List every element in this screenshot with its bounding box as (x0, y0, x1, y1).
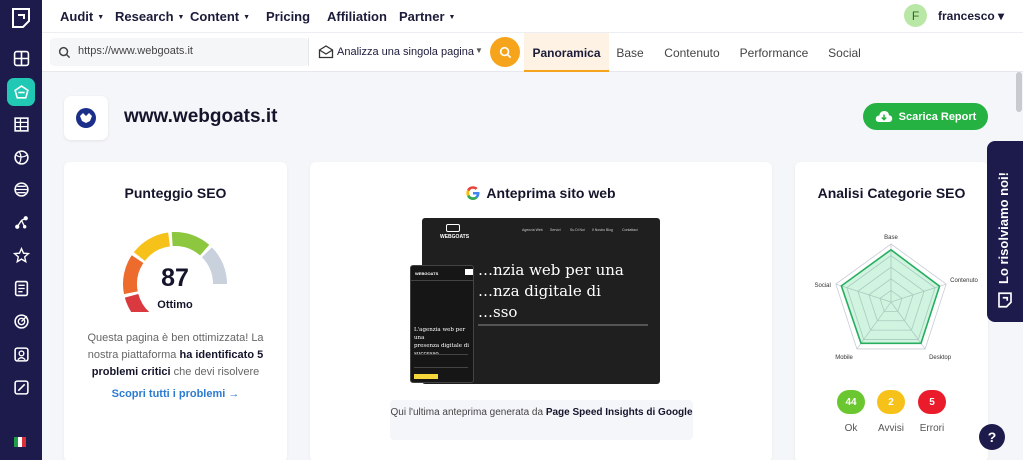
chevron-down-icon: ▼ (243, 14, 251, 21)
sidebar-star-icon[interactable] (7, 241, 35, 269)
desktop-nav-2: Servizi (550, 228, 561, 232)
search-bar: https://www.webgoats.it Analizza una sin… (42, 33, 1023, 72)
italian-flag-icon[interactable] (14, 437, 26, 447)
help-button[interactable]: ? (979, 424, 1005, 450)
seo-score-card: Punteggio SEO 87 Ottimo Questa pagina è … (64, 162, 287, 460)
seo-score-description: Questa pagina è ben ottimizzata! La nost… (87, 332, 264, 378)
chevron-down-icon: ▼ (448, 14, 456, 21)
sidebar-site-analysis-icon[interactable] (7, 78, 35, 106)
app-logo-icon (998, 292, 1012, 308)
sidebar (0, 0, 42, 460)
nav-affiliation[interactable]: Affiliation (327, 9, 387, 24)
app-logo-icon[interactable] (9, 6, 33, 30)
webgoats-logo-icon (76, 108, 96, 128)
errors-count-badge: 5 (918, 390, 946, 414)
analysis-mode-select[interactable]: Analizza una singola pagina ▼ (308, 38, 488, 66)
desktop-nav-4: Il Nostro Blog (592, 228, 614, 232)
seo-categories-card: Analisi Categorie SEO Base Contenuto Deskt… (795, 162, 988, 460)
mobile-brand: WEBGOATS (415, 271, 439, 276)
nav-audit[interactable]: Audit ▼ (60, 9, 104, 24)
radar-axis-label: Social (814, 283, 830, 289)
search-icon (58, 46, 71, 59)
desktop-headline: …nzia web per una …nza digitale di …sso (478, 261, 624, 321)
desktop-nav-5: Contattaci (622, 228, 638, 232)
desktop-body-text (478, 324, 648, 326)
fix-it-for-you-banner[interactable]: Lo risolviamo noi! (987, 141, 1023, 322)
search-icon (499, 46, 511, 58)
nav-content[interactable]: Content ▼ (190, 9, 250, 24)
desktop-nav-3: Su Di Noi (570, 228, 585, 232)
sidebar-user-icon[interactable] (7, 340, 35, 368)
sidebar-globe-icon[interactable] (7, 143, 35, 171)
tab-panoramica[interactable]: Panoramica (524, 33, 609, 72)
url-input[interactable]: https://www.webgoats.it (50, 38, 308, 66)
tab-performance[interactable]: Performance (734, 33, 814, 72)
gauge-segment (171, 232, 210, 256)
desktop-nav-1: Agenzia Web (522, 228, 543, 232)
gauge-segment (133, 232, 171, 262)
search-button[interactable] (490, 37, 520, 67)
site-logo (64, 96, 108, 140)
top-navigation: Audit ▼ Research ▼ Content ▼ Pricing Affili… (42, 0, 1023, 33)
menu-icon (465, 269, 473, 275)
chevron-down-icon: ▼ (97, 14, 105, 21)
sidebar-network-icon[interactable] (7, 175, 35, 203)
radar-axis-label: Contenuto (950, 278, 978, 284)
download-report-button[interactable]: Scarica Report (863, 103, 988, 130)
desktop-brand: WEBGOATS (440, 234, 470, 240)
google-icon (466, 186, 480, 200)
seo-score-title: Punteggio SEO (124, 185, 227, 201)
sidebar-edit-icon[interactable] (7, 373, 35, 401)
banner-label: Lo risolviamo noi! (996, 172, 1011, 284)
sidebar-backlinks-icon[interactable] (7, 208, 35, 236)
mobile-preview-image: WEBGOATS L'agenzia web per una presenza … (410, 265, 474, 383)
warnings-count-badge: 2 (877, 390, 905, 414)
url-value: https://www.webgoats.it (78, 45, 193, 57)
ok-count-badge: 44 (837, 390, 865, 414)
nav-pricing[interactable]: Pricing (266, 9, 310, 24)
webgoats-logo-icon (446, 224, 460, 232)
sidebar-table-icon[interactable] (7, 110, 35, 138)
chevron-down-icon: ▼ (475, 46, 483, 55)
seo-categories-radar-chart: Base Contenuto Desktop Mobile Social (814, 235, 978, 361)
scrollbar[interactable] (1016, 72, 1022, 112)
cloud-download-icon (875, 111, 892, 122)
preview-title: Anteprima sito web (310, 185, 772, 201)
errors-label: Errori (919, 423, 945, 434)
sidebar-dashboard-icon[interactable] (7, 44, 35, 72)
radar-axis-label: Mobile (835, 355, 853, 361)
seo-score-value: 87 (161, 264, 189, 292)
radar-axis-label: Desktop (929, 355, 952, 361)
see-all-problems-link[interactable]: Scopri tutti i problemi → (64, 388, 287, 400)
mobile-cta-button (414, 374, 438, 379)
user-menu[interactable]: francesco ▾ (938, 9, 1004, 23)
radar-axis-label: Base (884, 235, 898, 241)
website-preview-card: Anteprima sito web WEBGOATS Agenzia Web … (310, 162, 772, 460)
envelope-icon (318, 45, 334, 59)
preview-caption: Qui l'ultima anteprima generata da Page … (390, 400, 693, 440)
tab-base[interactable]: Base (609, 33, 651, 72)
sidebar-report-icon[interactable] (7, 274, 35, 302)
seo-score-label: Ottimo (157, 299, 193, 311)
download-report-label: Scarica Report (898, 110, 977, 123)
analysis-mode-label: Analizza una singola pagina (337, 46, 474, 58)
nav-research[interactable]: Research ▼ (115, 9, 184, 24)
nav-partner[interactable]: Partner ▼ (399, 9, 455, 24)
tab-social[interactable]: Social (822, 33, 867, 72)
categories-title: Analisi Categorie SEO (817, 185, 966, 201)
chevron-down-icon: ▼ (177, 14, 185, 21)
avatar[interactable]: F (904, 4, 927, 27)
site-title: www.webgoats.it (124, 106, 278, 127)
sidebar-target-icon[interactable] (7, 307, 35, 335)
tab-contenuto[interactable]: Contenuto (656, 33, 728, 72)
radar-data-area (840, 248, 941, 345)
